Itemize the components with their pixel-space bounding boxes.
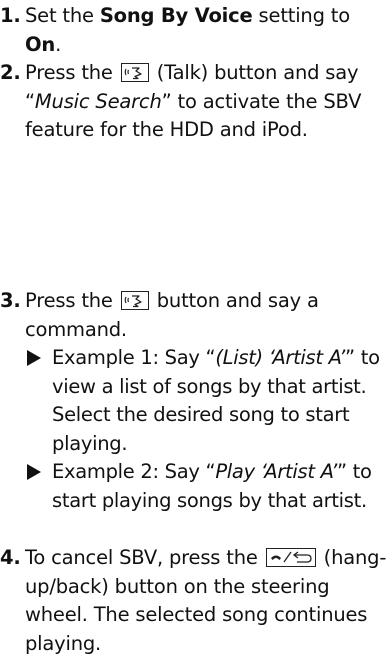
talk-label: (Talk) xyxy=(156,61,209,84)
step-number: 3. xyxy=(0,289,21,312)
talk-button-icon xyxy=(120,63,149,82)
talk-button-icon xyxy=(120,291,149,310)
step-1: 1. Set the Song By Voice setting to On. xyxy=(0,2,388,59)
step-number: 1. xyxy=(0,4,21,27)
setting-value: On xyxy=(25,32,56,56)
step-text: Press the (Talk) button and say “Music Se… xyxy=(25,61,362,141)
step-3: 3. Press the button and say a command. E… xyxy=(0,287,388,515)
step-text: Set the Song By Voice setting to On. xyxy=(25,4,350,56)
voice-command: Play ‘Artist A’ xyxy=(215,460,337,483)
step-2: 2. Press the (Talk) button and say “Music… xyxy=(0,59,388,145)
voice-command: (List) ‘Artist A’ xyxy=(215,346,346,369)
triangle-bullet-icon xyxy=(27,350,41,366)
step-number: 4. xyxy=(0,546,21,569)
voice-command: Music Search xyxy=(34,89,162,113)
hang-up-back-button-icon xyxy=(265,548,316,567)
setting-name: Song By Voice xyxy=(99,4,253,27)
example-1: Example 1: Say “(List) ‘Artist A’” to vi… xyxy=(0,344,388,458)
step-number: 2. xyxy=(0,61,21,84)
example-2: Example 2: Say “Play ‘Artist A’” to star… xyxy=(0,458,388,515)
step-text: Press the button and say a command. xyxy=(25,289,319,341)
step-4: 4. To cancel SBV, press the (hang-up/bac… xyxy=(0,544,388,658)
step-text: To cancel SBV, press the (hang-up/back) … xyxy=(25,546,387,655)
triangle-bullet-icon xyxy=(27,464,41,480)
